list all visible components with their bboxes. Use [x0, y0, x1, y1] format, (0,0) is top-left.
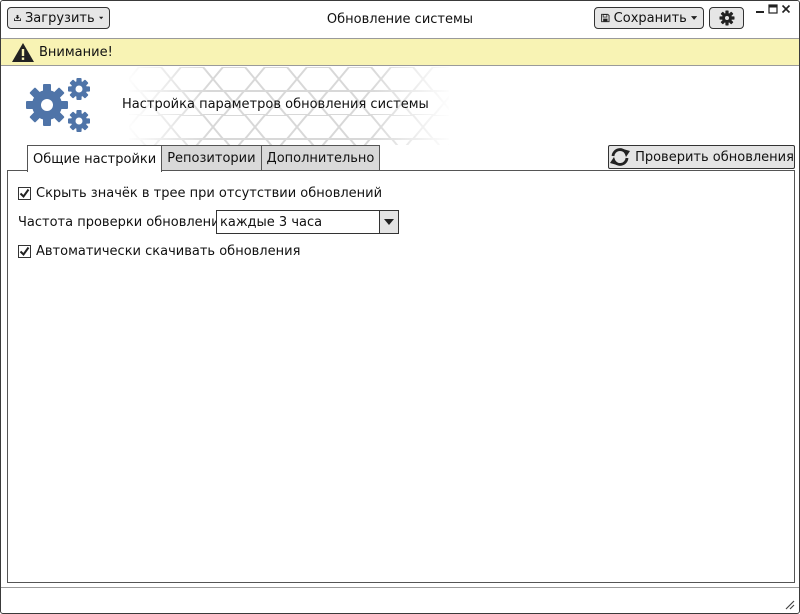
warning-bar: Внимание!: [1, 38, 799, 66]
close-icon: [781, 4, 791, 14]
check-updates-button[interactable]: Проверить обновления: [608, 145, 795, 169]
chevron-down-icon: [384, 219, 394, 225]
chevron-down-icon: [690, 16, 697, 20]
check-updates-label: Проверить обновления: [635, 149, 794, 165]
save-button-label: Сохранить: [613, 10, 687, 26]
auto-download-checkbox[interactable]: [18, 245, 31, 258]
tab-advanced[interactable]: Дополнительно: [260, 145, 381, 170]
warning-text: Внимание!: [39, 44, 113, 60]
frequency-value: каждые 3 часа: [220, 215, 323, 230]
warning-icon: [12, 42, 34, 62]
close-button[interactable]: [780, 3, 792, 15]
minimize-button[interactable]: [754, 3, 766, 15]
status-bar: [1, 587, 799, 613]
refresh-icon: [610, 148, 631, 166]
frequency-label: Частота проверки обновлений: [18, 215, 229, 230]
gears-icon: [26, 78, 90, 132]
checkmark-icon: [19, 188, 30, 199]
banner-title: Настройка параметров обновления системы: [122, 97, 429, 112]
frequency-dropdown-toggle[interactable]: [379, 211, 398, 233]
gear-icon: [719, 10, 734, 26]
auto-download-row: Автоматически скачивать обновления: [18, 244, 300, 259]
update-settings-window: Загрузить Обновление системы Сохранить В…: [0, 0, 800, 614]
checkmark-icon: [19, 246, 30, 257]
save-button[interactable]: Сохранить: [594, 7, 704, 29]
hide-tray-icon-row: Скрыть значёк в трее при отсутствии обно…: [18, 186, 382, 201]
maximize-icon: [768, 4, 778, 14]
tab-general[interactable]: Общие настройки: [27, 145, 163, 172]
settings-button[interactable]: [709, 7, 744, 29]
floppy-disk-icon: [601, 13, 610, 23]
banner: Настройка параметров обновления системы: [1, 67, 799, 145]
tab-repositories[interactable]: Репозитории: [161, 145, 262, 170]
tab-bar: Общие настройки Репозитории Дополнительн…: [27, 145, 381, 172]
general-settings-panel: Скрыть значёк в трее при отсутствии обно…: [7, 170, 795, 583]
hide-tray-icon-label: Скрыть значёк в трее при отсутствии обно…: [36, 186, 383, 201]
auto-download-label: Автоматически скачивать обновления: [36, 244, 301, 259]
resize-grip-icon[interactable]: [783, 598, 795, 610]
hide-tray-icon-checkbox[interactable]: [18, 187, 31, 200]
title-bar: Загрузить Обновление системы Сохранить: [1, 1, 799, 38]
minimize-icon: [756, 11, 764, 13]
maximize-button[interactable]: [767, 3, 779, 15]
frequency-select[interactable]: каждые 3 часа: [216, 210, 399, 234]
